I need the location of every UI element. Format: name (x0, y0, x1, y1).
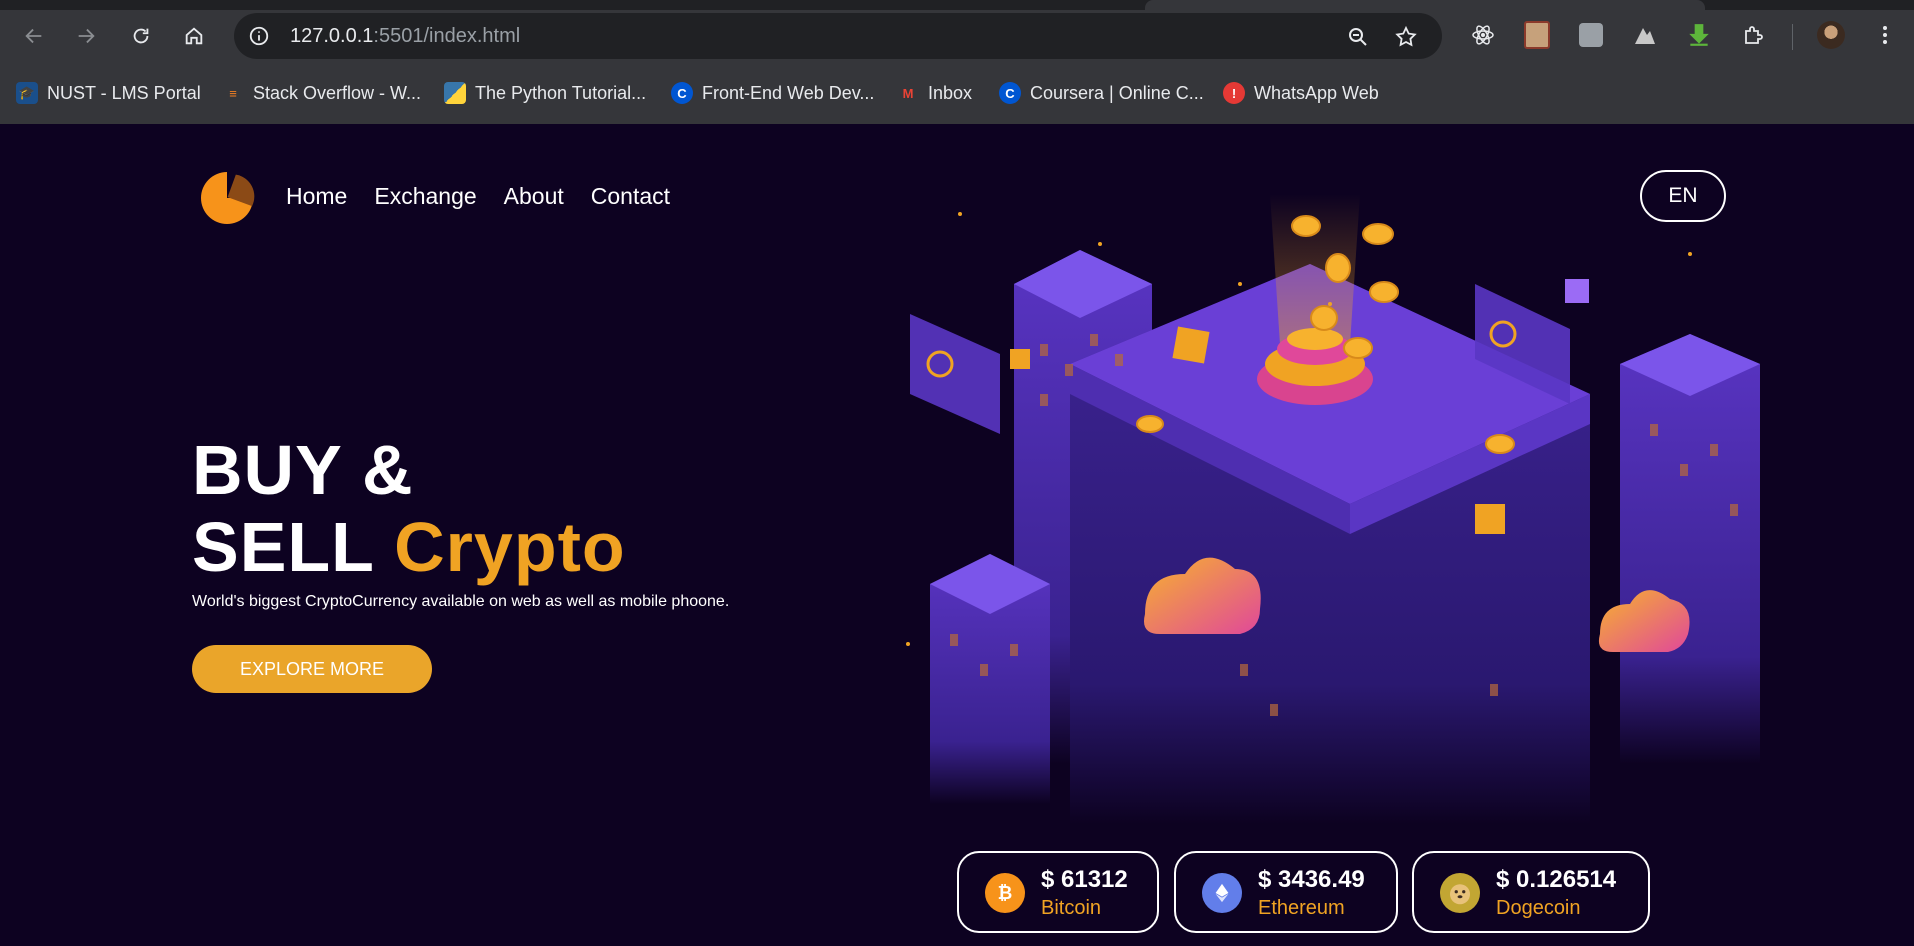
active-tab[interactable] (1145, 0, 1705, 10)
ethereum-icon (1202, 873, 1242, 913)
bookmarks-bar: 🎓 NUST - LMS Portal ≡ Stack Overflow - W… (0, 72, 1914, 112)
nav-exchange[interactable]: Exchange (374, 183, 476, 210)
bookmark-label: Inbox (928, 82, 973, 103)
profile-avatar[interactable] (1816, 20, 1846, 50)
svg-text:₿: ₿ (998, 883, 1013, 904)
webpage: Home Exchange About Contact EN BUY & SEL… (0, 124, 1914, 946)
extensions-puzzle-icon[interactable] (1738, 20, 1768, 50)
zoom-icon[interactable] (1346, 25, 1370, 49)
extension-mountain-icon[interactable] (1630, 20, 1660, 50)
coin-card-bitcoin[interactable]: ₿ $ 61312 Bitcoin (957, 851, 1159, 933)
graduation-cap-icon: 🎓 (16, 82, 38, 104)
toolbar-separator (1792, 24, 1793, 50)
bookmark-python-tutorial[interactable]: The Python Tutorial... (444, 80, 646, 106)
hero-title-line2: SELL Crypto (192, 509, 626, 586)
hero-subtitle: World's biggest CryptoCurrency available… (192, 593, 730, 610)
coin-price: $ 3436.49 (1258, 866, 1365, 893)
bookmark-label: The Python Tutorial... (475, 82, 647, 103)
coin-price: $ 61312 (1041, 866, 1128, 893)
home-icon (185, 27, 203, 45)
browser-chrome: 127.0.0.1:5501/index.html 🎓 NUST - LMS P… (0, 0, 1914, 124)
hero-title-sell: SELL (192, 508, 374, 586)
bookmark-nust-lms[interactable]: 🎓 NUST - LMS Portal (16, 80, 201, 106)
hero-title-accent: Crypto (394, 508, 626, 586)
whatsapp-icon: ! (1223, 82, 1245, 104)
arrow-left-icon (25, 28, 42, 44)
extension-person-icon[interactable] (1576, 20, 1606, 50)
bookmark-stackoverflow[interactable]: ≡ Stack Overflow - W... (222, 80, 421, 106)
explore-more-button[interactable]: EXPLORE MORE (192, 645, 432, 693)
coursera-icon: C (671, 82, 693, 104)
react-devtools-icon[interactable] (1468, 20, 1498, 50)
address-bar[interactable]: 127.0.0.1:5501/index.html (234, 13, 1442, 59)
bookmark-label: WhatsApp Web (1254, 82, 1379, 103)
coin-name: Dogecoin (1496, 897, 1581, 919)
stackoverflow-icon: ≡ (229, 85, 237, 101)
nav-about[interactable]: About (504, 183, 564, 210)
site-logo[interactable] (195, 166, 259, 226)
coin-name: Bitcoin (1041, 897, 1102, 919)
gmail-icon: M (902, 85, 914, 101)
coin-name: Ethereum (1258, 897, 1345, 919)
hero-title: BUY & SELL Crypto (192, 432, 626, 586)
nav-contact[interactable]: Contact (591, 183, 670, 210)
bookmark-label: Front-End Web Dev... (702, 82, 875, 103)
star-icon[interactable] (1394, 25, 1418, 49)
arrow-right-icon (78, 28, 95, 44)
bookmark-coursera[interactable]: C Coursera | Online C... (999, 80, 1204, 106)
coin-card-ethereum[interactable]: $ 3436.49 Ethereum (1174, 851, 1398, 933)
home-button[interactable] (178, 20, 210, 52)
bookmark-label: Coursera | Online C... (1030, 82, 1204, 103)
menu-kebab-icon[interactable] (1870, 20, 1900, 50)
download-icon[interactable] (1684, 20, 1714, 50)
url-path: :5501/index.html (373, 25, 521, 47)
python-icon (444, 82, 466, 104)
coin-price: $ 0.126514 (1496, 866, 1617, 893)
back-button[interactable] (18, 20, 50, 52)
bookmark-frontend-webdev[interactable]: C Front-End Web Dev... (671, 80, 874, 106)
bookmark-label: Stack Overflow - W... (253, 82, 422, 103)
reload-button[interactable] (125, 20, 157, 52)
info-icon[interactable] (248, 25, 270, 47)
url-text[interactable]: 127.0.0.1:5501/index.html (290, 25, 520, 48)
coursera-icon: C (999, 82, 1021, 104)
main-nav: Home Exchange About Contact (286, 183, 670, 210)
hero-title-line1: BUY & (192, 431, 414, 509)
reload-icon (133, 28, 149, 44)
crypto-city-illustration (906, 194, 1760, 824)
extension-scroll-icon[interactable] (1522, 20, 1552, 50)
dogecoin-icon (1440, 873, 1480, 913)
nav-home[interactable]: Home (286, 183, 347, 210)
coin-card-dogecoin[interactable]: $ 0.126514 Dogecoin (1412, 851, 1650, 933)
forward-button[interactable] (70, 20, 102, 52)
url-host: 127.0.0.1 (290, 25, 374, 47)
bookmark-whatsapp[interactable]: ! WhatsApp Web (1223, 80, 1379, 106)
bookmark-label: NUST - LMS Portal (47, 82, 201, 103)
bookmark-inbox[interactable]: M Inbox (897, 80, 972, 106)
bitcoin-icon: ₿ (985, 873, 1025, 913)
